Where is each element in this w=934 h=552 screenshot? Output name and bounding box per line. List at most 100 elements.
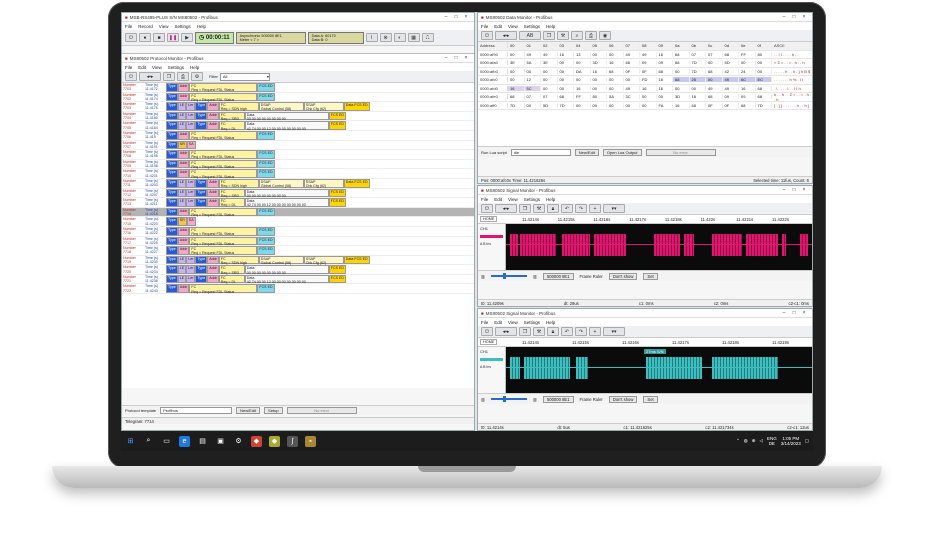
- hex-cell[interactable]: 16: [739, 85, 756, 91]
- lua-status-button[interactable]: No error: [645, 148, 716, 156]
- template-status-button[interactable]: No error: [286, 407, 357, 414]
- waveform-icon[interactable]: ⌇: [365, 33, 378, 42]
- sig1-maximize-icon[interactable]: □: [789, 187, 799, 193]
- edge-icon[interactable]: e: [179, 435, 190, 447]
- app-a-icon[interactable]: ◆: [251, 435, 262, 447]
- hex-cell[interactable]: 3D: [673, 94, 690, 100]
- hex-cell[interactable]: 3E: [541, 60, 558, 66]
- data-search-icon[interactable]: ⌕: [571, 31, 583, 40]
- hex-cell[interactable]: 09: [640, 60, 657, 66]
- hex-cell[interactable]: 5A: [607, 94, 624, 100]
- protocol-row[interactable]: Number 7722 Time (s) 11.4243 Type Addr FC Req =…: [122, 284, 474, 295]
- sig1-menu-help[interactable]: Help: [546, 197, 555, 202]
- hex-cell[interactable]: 6C: [739, 77, 756, 83]
- protocol-row[interactable]: Number 7716 Time (s) 11.4222 Type Addr FC Req =…: [122, 226, 474, 237]
- hex-cell[interactable]: 68: [706, 68, 723, 74]
- monitor-nav-icon[interactable]: ◂▪▸: [139, 72, 161, 81]
- notification-icon[interactable]: ▢: [805, 438, 809, 444]
- sig2-tools-icon[interactable]: ⚒: [533, 327, 545, 336]
- hex-cell[interactable]: 68: [739, 102, 756, 108]
- sig2-menu-view[interactable]: View: [508, 320, 518, 325]
- file-explorer-icon[interactable]: ▤: [197, 436, 208, 447]
- network-icon[interactable]: ◍: [744, 438, 748, 444]
- hex-cell[interactable]: 80: [756, 51, 772, 57]
- sig2-set-button[interactable]: Set: [643, 395, 658, 403]
- hex-cell[interactable]: 00: [558, 77, 574, 83]
- sig1-close-icon[interactable]: ×: [799, 187, 809, 193]
- hex-row[interactable]: 0000:afd0 16 5C 00 00 16 00 00 49 16 16 00 00 49 49 16 6…: [478, 85, 812, 93]
- sig2-home-button[interactable]: HOME: [480, 339, 498, 345]
- sig2-waveform[interactable]: 27ms S/N: [506, 347, 812, 393]
- sig1-tools-icon[interactable]: ⚒: [533, 204, 545, 213]
- hex-cell[interactable]: 00: [756, 68, 772, 74]
- protocol-row[interactable]: Number 7713 Time (s) 11.4211 Type LE Ler Type Ad…: [122, 198, 474, 208]
- sig2-baud[interactable]: 500000 8E1: [542, 395, 574, 403]
- hex-cell[interactable]: 7D: [756, 102, 772, 108]
- hex-cell[interactable]: 0F: [624, 68, 640, 74]
- protocol-row[interactable]: Number 7719 Time (s) 11.4230 Type LE Ler Type Ad…: [122, 255, 474, 266]
- hex-cell[interactable]: 68: [508, 94, 525, 100]
- chevron-up-icon[interactable]: ⌃: [736, 438, 740, 444]
- monitor-menu-file[interactable]: File: [125, 65, 132, 70]
- monitor-maximize-icon[interactable]: □: [451, 55, 461, 61]
- windows-start-icon[interactable]: ⊞: [125, 436, 136, 447]
- hex-cell[interactable]: 68: [673, 51, 690, 57]
- hex-cell[interactable]: 00: [607, 77, 624, 83]
- sig2-slider-thumb[interactable]: [502, 396, 506, 402]
- monitor-power-icon[interactable]: ⏻: [125, 72, 137, 81]
- hex-cell[interactable]: 13: [574, 51, 591, 57]
- hex-cell[interactable]: 5D: [541, 102, 558, 108]
- monitor-settings-icon[interactable]: ⚙: [191, 72, 203, 81]
- hex-cell[interactable]: 3E: [508, 60, 525, 66]
- play-icon[interactable]: ▶: [181, 33, 193, 42]
- monitor-copy-icon[interactable]: ❐: [163, 72, 175, 81]
- data-ascii-icon[interactable]: AB: [519, 31, 541, 40]
- hex-row[interactable]: 0000:afa0 3E 5A 3E 00 00 3D 16 68 09 09 68 7D 00 5D 00 0…: [478, 59, 812, 68]
- data-menu-view[interactable]: View: [508, 24, 518, 29]
- hex-cell[interactable]: 49: [624, 85, 640, 91]
- hex-cell[interactable]: FD: [640, 77, 657, 83]
- hex-cell[interactable]: 7D: [558, 102, 574, 108]
- hex-cell[interactable]: 7D: [508, 102, 525, 108]
- hex-cell[interactable]: 16: [558, 51, 574, 57]
- monitor-minimize-icon[interactable]: –: [441, 55, 451, 61]
- hex-cell[interactable]: 68: [690, 102, 706, 108]
- sig1-minimize-icon[interactable]: –: [779, 187, 789, 193]
- hex-cell[interactable]: 80: [591, 94, 607, 100]
- hex-cell[interactable]: 49: [723, 85, 739, 91]
- app-d-icon[interactable]: ▪: [305, 435, 316, 447]
- data-menu-help[interactable]: Help: [546, 24, 555, 29]
- hex-cell[interactable]: FF: [574, 94, 591, 100]
- hex-cell[interactable]: FF: [739, 51, 756, 57]
- hex-cell[interactable]: 16: [591, 68, 607, 74]
- hex-cell[interactable]: 00: [624, 77, 640, 83]
- hex-cell[interactable]: 00: [624, 102, 640, 108]
- hex-cell[interactable]: 00: [673, 68, 690, 74]
- hex-cell[interactable]: 00: [508, 77, 525, 83]
- hex-cell[interactable]: 68: [673, 60, 690, 66]
- hex-cell[interactable]: 16: [657, 77, 673, 83]
- sig1-redo-icon[interactable]: ↷: [575, 204, 587, 213]
- protocol-row[interactable]: Number 7714 Time (s) 11.4216 Type Addr FC Req =…: [122, 207, 474, 218]
- protocol-row[interactable]: Number 7712 Time (s) 11.4207 Type LE Ler Type Ad…: [122, 188, 474, 202]
- hex-cell[interactable]: 16: [607, 60, 624, 66]
- hex-cell[interactable]: 09: [723, 94, 739, 100]
- sig1-power-icon[interactable]: ⏻: [481, 204, 493, 213]
- app-b-icon[interactable]: ◆: [269, 435, 280, 447]
- hex-cell[interactable]: 00: [756, 60, 772, 66]
- gauge-icon[interactable]: ◐: [393, 33, 406, 42]
- hex-row[interactable]: 0000:afe0 68 07 07 68 FF 80 5A 3C 00 00 3D 16 68 09 09 6…: [478, 92, 812, 102]
- hex-cell[interactable]: 00: [607, 51, 624, 57]
- hex-cell[interactable]: 00: [706, 60, 723, 66]
- sig1-add-icon[interactable]: +: [589, 204, 601, 213]
- hex-cell[interactable]: 00: [591, 51, 607, 57]
- sig2-maximize-icon[interactable]: □: [789, 310, 799, 316]
- hex-cell[interactable]: 00: [508, 51, 525, 57]
- protocol-row[interactable]: Number 7721 Time (s) 11.4238 Type LE Ler Type Ad…: [122, 274, 474, 285]
- hex-cell[interactable]: 42: [723, 68, 739, 74]
- terminal-icon[interactable]: ▣: [215, 436, 226, 447]
- menu-file[interactable]: File: [125, 24, 132, 29]
- search-icon[interactable]: ⌕: [143, 436, 154, 447]
- hex-cell[interactable]: 00: [673, 85, 690, 91]
- data-menu-file[interactable]: File: [481, 24, 488, 29]
